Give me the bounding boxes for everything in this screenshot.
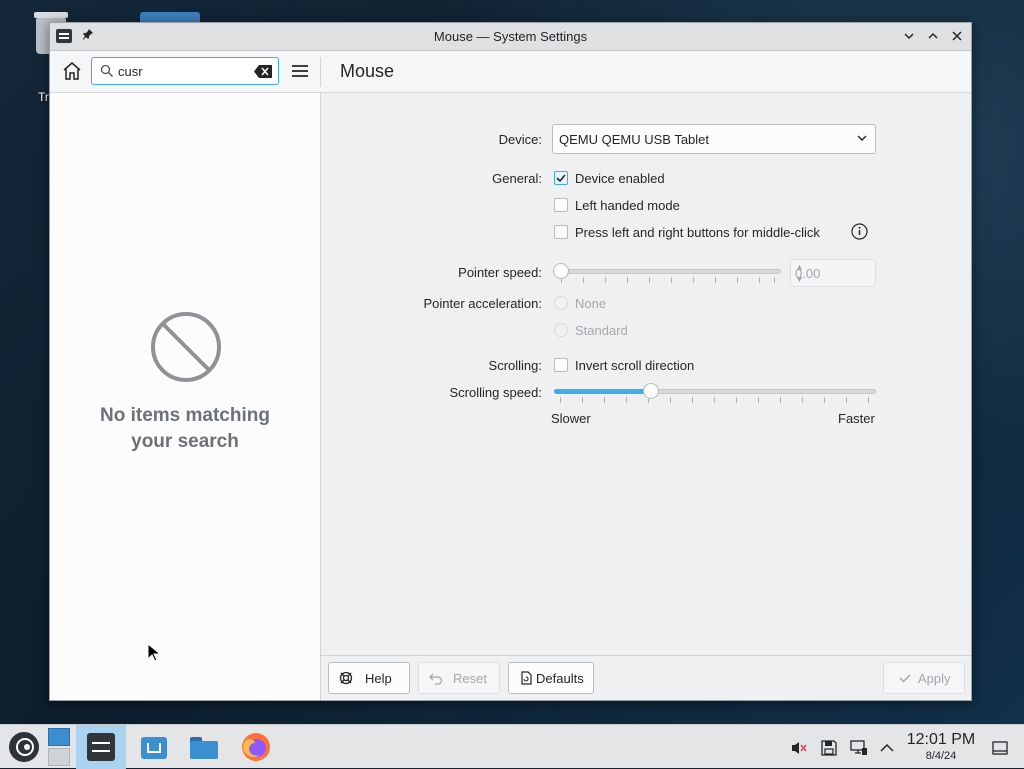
titlebar[interactable]: Mouse — System Settings xyxy=(50,23,971,51)
maximize-button[interactable] xyxy=(923,27,943,47)
faster-label: Faster xyxy=(838,411,875,426)
window-title: Mouse — System Settings xyxy=(433,29,588,44)
trash-label: Tr xyxy=(38,90,49,104)
left-handed-label[interactable]: Left handed mode xyxy=(575,198,680,213)
reset-button[interactable]: Reset xyxy=(418,662,500,694)
pointer-speed-handle[interactable] xyxy=(553,263,569,279)
minimize-button[interactable] xyxy=(899,27,919,47)
file-manager-icon[interactable] xyxy=(188,731,220,763)
spin-up-icon[interactable]: ▲ xyxy=(795,262,871,272)
scrolling-speed-fill xyxy=(554,389,651,394)
scrolling-label: Scrolling: xyxy=(488,358,542,373)
apply-button-label: Apply xyxy=(918,671,951,686)
device-enabled-checkbox[interactable] xyxy=(554,171,568,185)
pager-icon[interactable] xyxy=(48,728,70,766)
firefox-icon[interactable] xyxy=(240,731,272,763)
invert-scroll-checkbox[interactable] xyxy=(554,358,568,372)
accel-none-label[interactable]: None xyxy=(575,296,606,311)
middle-click-label[interactable]: Press left and right buttons for middle-… xyxy=(575,225,820,240)
accel-standard-label[interactable]: Standard xyxy=(575,323,628,338)
accel-none-radio[interactable] xyxy=(554,296,568,310)
taskbar: 12:01 PM 8/4/24 xyxy=(0,724,1024,769)
help-icon xyxy=(339,671,353,685)
clear-search-icon[interactable] xyxy=(254,65,272,78)
slower-label: Slower xyxy=(551,411,591,426)
page-title: Mouse xyxy=(340,61,395,81)
empty-message: No items matching your search xyxy=(50,403,320,455)
header-separator xyxy=(320,57,321,87)
help-button[interactable]: Help xyxy=(328,662,410,694)
device-select-value: QEMU QEMU USB Tablet xyxy=(559,132,710,147)
defaults-button-label: Defaults xyxy=(536,671,584,686)
accel-standard-radio[interactable] xyxy=(554,323,568,337)
reset-button-label: Reset xyxy=(453,671,487,686)
defaults-button[interactable]: Defaults xyxy=(508,662,594,694)
scrolling-speed-handle[interactable] xyxy=(643,383,659,399)
device-enabled-label[interactable]: Device enabled xyxy=(575,171,665,186)
hamburger-menu-icon[interactable] xyxy=(289,60,311,82)
undo-icon xyxy=(429,673,443,685)
network-wired-icon[interactable] xyxy=(850,739,868,757)
device-label: Device: xyxy=(498,132,542,147)
device-select[interactable]: QEMU QEMU USB Tablet xyxy=(552,124,876,154)
pointer-acceleration-label: Pointer acceleration: xyxy=(423,296,542,311)
speaker-muted-icon[interactable] xyxy=(790,739,808,757)
checkmark-icon xyxy=(899,674,911,683)
system-settings-icon xyxy=(87,733,115,761)
discover-store-icon[interactable] xyxy=(138,731,170,763)
show-desktop-icon[interactable] xyxy=(991,739,1009,757)
opensuse-launcher-icon[interactable] xyxy=(8,731,40,763)
sidebar: No items matching your search xyxy=(50,93,321,700)
empty-message-line1: No items matching xyxy=(100,405,270,426)
footer: Help Reset Defaults Apply xyxy=(321,655,971,700)
spin-down-icon[interactable]: ▼ xyxy=(795,274,871,284)
chevron-down-icon xyxy=(857,135,867,141)
pointer-speed-label: Pointer speed: xyxy=(458,265,542,280)
document-icon xyxy=(521,671,532,685)
pointer-speed-ticks xyxy=(561,277,775,283)
search-input[interactable] xyxy=(118,62,248,80)
clock-date[interactable]: 8/4/24 xyxy=(900,750,982,762)
pointer-speed-track[interactable] xyxy=(555,269,781,274)
storage-icon[interactable] xyxy=(820,739,838,757)
pointer-speed-spinbox[interactable]: 0.00 ▲ ▼ xyxy=(790,259,876,287)
no-results-icon xyxy=(151,312,221,382)
search-icon xyxy=(100,64,113,77)
mouse-cursor-icon xyxy=(147,643,161,662)
info-icon[interactable] xyxy=(851,223,868,240)
settings-content: Device: QEMU QEMU USB Tablet General: De… xyxy=(321,93,971,655)
clock-time[interactable]: 12:01 PM xyxy=(900,731,982,749)
home-icon[interactable] xyxy=(60,59,84,83)
header-bar: Mouse xyxy=(50,51,971,93)
search-field[interactable] xyxy=(91,57,279,85)
chevron-up-icon[interactable] xyxy=(878,739,896,757)
empty-message-line2: your search xyxy=(131,431,239,452)
scrolling-speed-label: Scrolling speed: xyxy=(449,385,543,400)
general-label: General: xyxy=(492,171,542,186)
close-button[interactable] xyxy=(947,27,967,47)
left-handed-checkbox[interactable] xyxy=(554,198,568,212)
middle-click-checkbox[interactable] xyxy=(554,225,568,239)
help-button-label: Help xyxy=(365,671,392,686)
apply-button[interactable]: Apply xyxy=(883,662,965,694)
invert-scroll-label[interactable]: Invert scroll direction xyxy=(575,358,694,373)
task-system-settings[interactable] xyxy=(76,725,126,769)
system-settings-window: Mouse — System Settings Mouse xyxy=(49,22,972,701)
scrolling-speed-ticks xyxy=(560,397,872,403)
